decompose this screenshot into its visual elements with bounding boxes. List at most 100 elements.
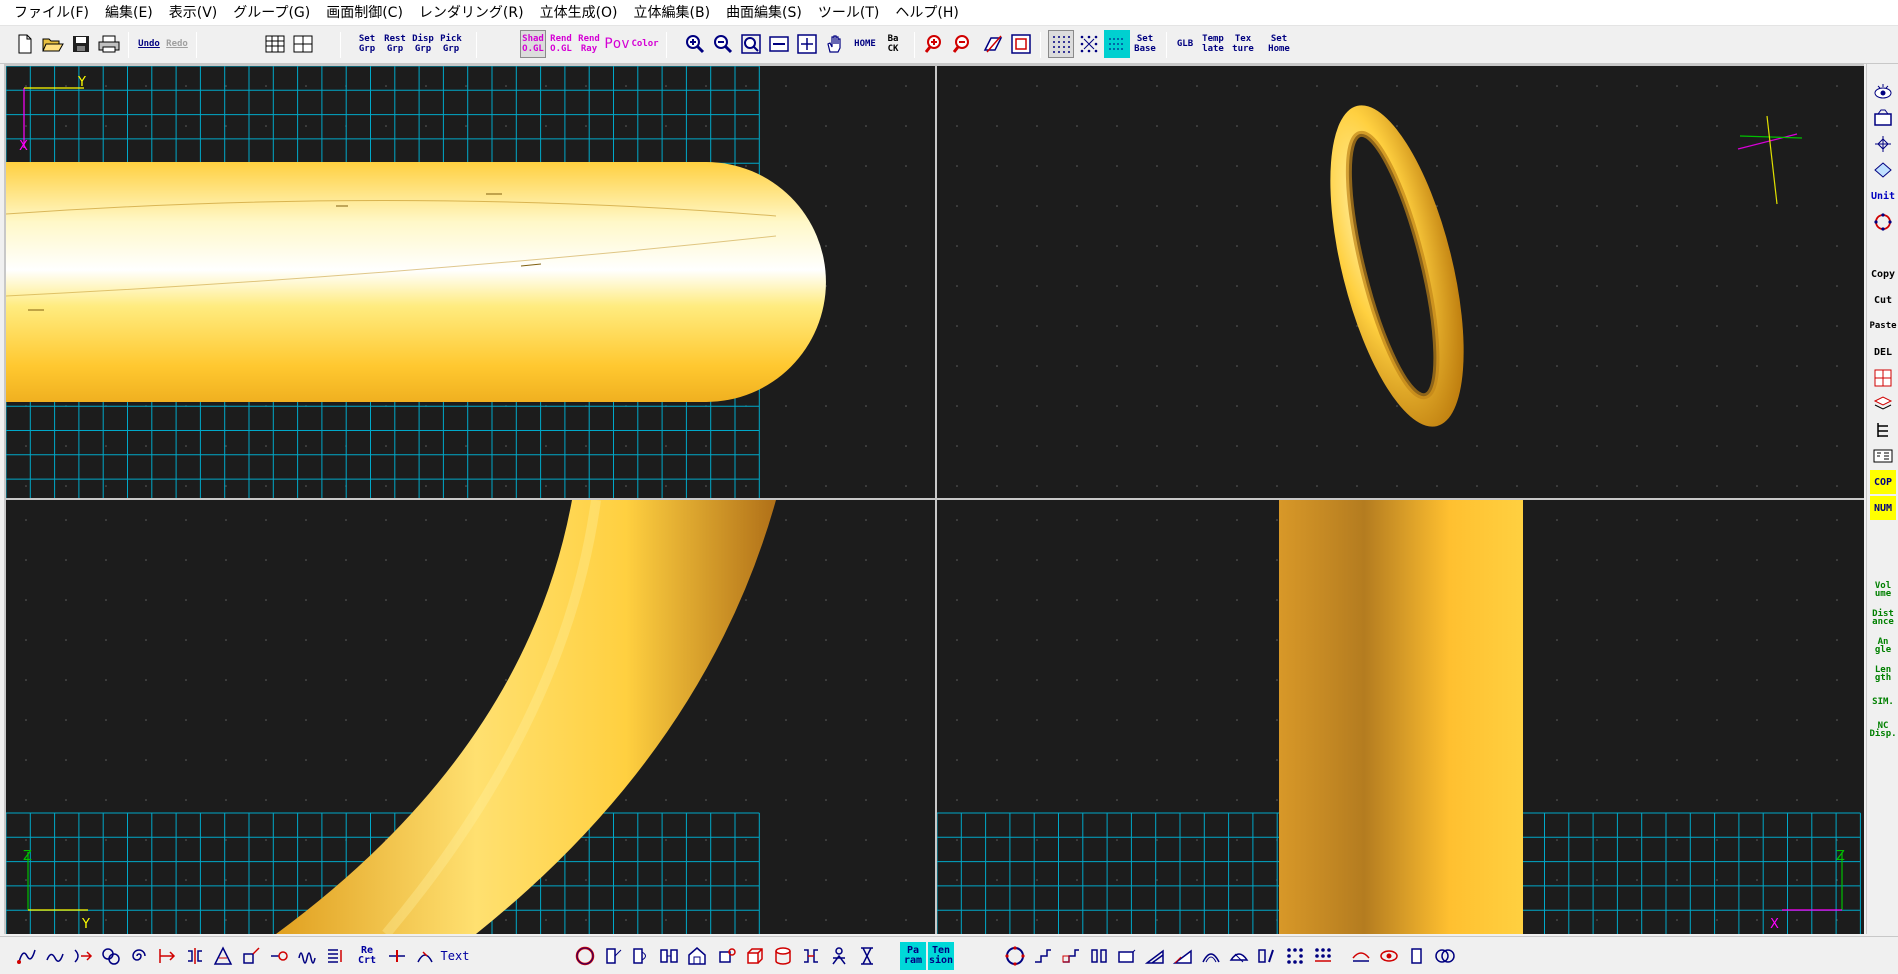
offset-button[interactable]	[154, 942, 180, 970]
zoom-in-red-button[interactable]	[922, 30, 948, 58]
dome-button[interactable]	[1226, 942, 1252, 970]
zoom-window-button[interactable]	[766, 30, 792, 58]
add-point-button[interactable]	[384, 942, 410, 970]
viewport-perspective[interactable]	[937, 66, 1864, 498]
arch-button[interactable]	[1198, 942, 1224, 970]
fs-button[interactable]	[1870, 444, 1896, 468]
param-button[interactable]: Pa ram	[900, 942, 926, 970]
panel-button[interactable]	[1114, 942, 1140, 970]
pick-group-button[interactable]: Pick Grp	[438, 30, 464, 58]
display-group-button[interactable]: Disp Grp	[410, 30, 436, 58]
slant-bar-button[interactable]	[1254, 942, 1280, 970]
snap-grid-button[interactable]	[1076, 30, 1102, 58]
slab-button[interactable]	[1404, 942, 1430, 970]
open-file-button[interactable]	[40, 30, 66, 58]
loop-button[interactable]	[98, 942, 124, 970]
new-file-button[interactable]	[12, 30, 38, 58]
view-settings-button[interactable]	[1870, 106, 1896, 130]
menu-view[interactable]: 表示(V)	[161, 0, 226, 26]
menu-surface-edit[interactable]: 曲面編集(S)	[718, 0, 810, 26]
print-button[interactable]	[96, 30, 122, 58]
viewport-front[interactable]: X Z	[937, 500, 1864, 934]
render-ray-button[interactable]: Rend Ray	[576, 30, 602, 58]
menu-rendering[interactable]: レンダリング(R)	[411, 0, 532, 26]
ramp-button[interactable]	[1170, 942, 1196, 970]
num-button[interactable]: NUM	[1870, 496, 1896, 520]
curve-bezier-button[interactable]	[42, 942, 68, 970]
pipe-solid-button[interactable]	[798, 942, 824, 970]
frame-button[interactable]	[1008, 30, 1034, 58]
unit-button[interactable]: Unit	[1870, 184, 1896, 208]
zoom-out-red-button[interactable]	[950, 30, 976, 58]
person-solid-button[interactable]	[826, 942, 852, 970]
nc-display-button[interactable]: NC Disp.	[1869, 718, 1896, 742]
ground-button[interactable]	[1348, 942, 1374, 970]
view-eye-button[interactable]	[1376, 942, 1402, 970]
shade-ogl-button[interactable]: Shad O.GL	[520, 30, 546, 58]
spiral-button[interactable]	[126, 942, 152, 970]
back-view-button[interactable]: Ba CK	[880, 30, 906, 58]
save-button[interactable]	[68, 30, 94, 58]
length-button[interactable]: Len gth	[1870, 662, 1896, 686]
set-base-button[interactable]: Set Base	[1132, 30, 1158, 58]
paste-button[interactable]: Paste	[1869, 314, 1896, 338]
snap-point-button[interactable]	[1870, 132, 1896, 156]
simulation-button[interactable]: SIM.	[1870, 690, 1896, 714]
cut-button[interactable]: Cut	[1870, 288, 1896, 312]
redo-button[interactable]: Redo	[164, 30, 190, 58]
pan-button[interactable]	[822, 30, 848, 58]
color-button[interactable]: Color	[631, 30, 658, 58]
step-button[interactable]	[1030, 942, 1056, 970]
curve-spline-button[interactable]	[14, 942, 40, 970]
glb-button[interactable]: GLB	[1172, 30, 1198, 58]
home-view-button[interactable]: HOME	[852, 30, 878, 58]
copy-button[interactable]: Copy	[1870, 262, 1896, 286]
set-home-button[interactable]: Set Home	[1266, 30, 1292, 58]
cop-button[interactable]: COP	[1870, 470, 1896, 494]
render-ogl-button[interactable]: Rend O.GL	[548, 30, 574, 58]
torus-button[interactable]	[572, 942, 598, 970]
menu-solid-create[interactable]: 立体生成(O)	[532, 0, 626, 26]
tension-button[interactable]: Ten sion	[928, 942, 954, 970]
zoom-fit-button[interactable]	[738, 30, 764, 58]
distance-button[interactable]: Dist ance	[1870, 606, 1896, 630]
lathe-button[interactable]	[854, 942, 880, 970]
viewport-side[interactable]: Y Z	[6, 500, 935, 934]
menu-screen-control[interactable]: 画面制御(C)	[318, 0, 411, 26]
menu-tools[interactable]: ツール(T)	[810, 0, 887, 26]
curve-edit-button[interactable]	[412, 942, 438, 970]
set-group-button[interactable]: Set Grp	[354, 30, 380, 58]
ring-select-button[interactable]	[1002, 942, 1028, 970]
step-up-button[interactable]	[1058, 942, 1084, 970]
delete-button[interactable]: DEL	[1870, 340, 1896, 364]
reset-group-button[interactable]: Rest Grp	[382, 30, 408, 58]
eye-view-button[interactable]	[1870, 80, 1896, 104]
menu-help[interactable]: ヘルプ(H)	[887, 0, 966, 26]
viewport-top[interactable]: Y X	[6, 66, 935, 498]
intersect-button[interactable]	[1432, 942, 1458, 970]
layer-button[interactable]	[1870, 392, 1896, 416]
zoom-out-button[interactable]	[710, 30, 736, 58]
volume-button[interactable]: Vol ume	[1870, 578, 1896, 602]
circle-select-button[interactable]	[1870, 210, 1896, 234]
texture-button[interactable]: Tex ture	[1230, 30, 1256, 58]
grid-dots-button[interactable]	[1048, 30, 1074, 58]
menu-group[interactable]: グループ(G)	[225, 0, 318, 26]
menu-file[interactable]: ファイル(F)	[6, 0, 97, 26]
dot-grid-button[interactable]	[1310, 942, 1336, 970]
revolve-button[interactable]	[714, 942, 740, 970]
loft-button[interactable]	[656, 942, 682, 970]
box-solid-button[interactable]	[742, 942, 768, 970]
sweep-button[interactable]	[628, 942, 654, 970]
pov-button[interactable]: Pov	[604, 30, 630, 58]
recreate-button[interactable]: Re Crt	[354, 942, 380, 970]
triangle-button[interactable]	[210, 942, 236, 970]
mirror-button[interactable]	[182, 942, 208, 970]
zoom-area-button[interactable]	[794, 30, 820, 58]
curve-join-button[interactable]	[70, 942, 96, 970]
four-view-button[interactable]	[290, 30, 316, 58]
dot-array-button[interactable]	[1282, 942, 1308, 970]
text-stack-button[interactable]	[322, 942, 348, 970]
text-button[interactable]: Text	[441, 942, 470, 970]
angle-button[interactable]: An gle	[1870, 634, 1896, 658]
